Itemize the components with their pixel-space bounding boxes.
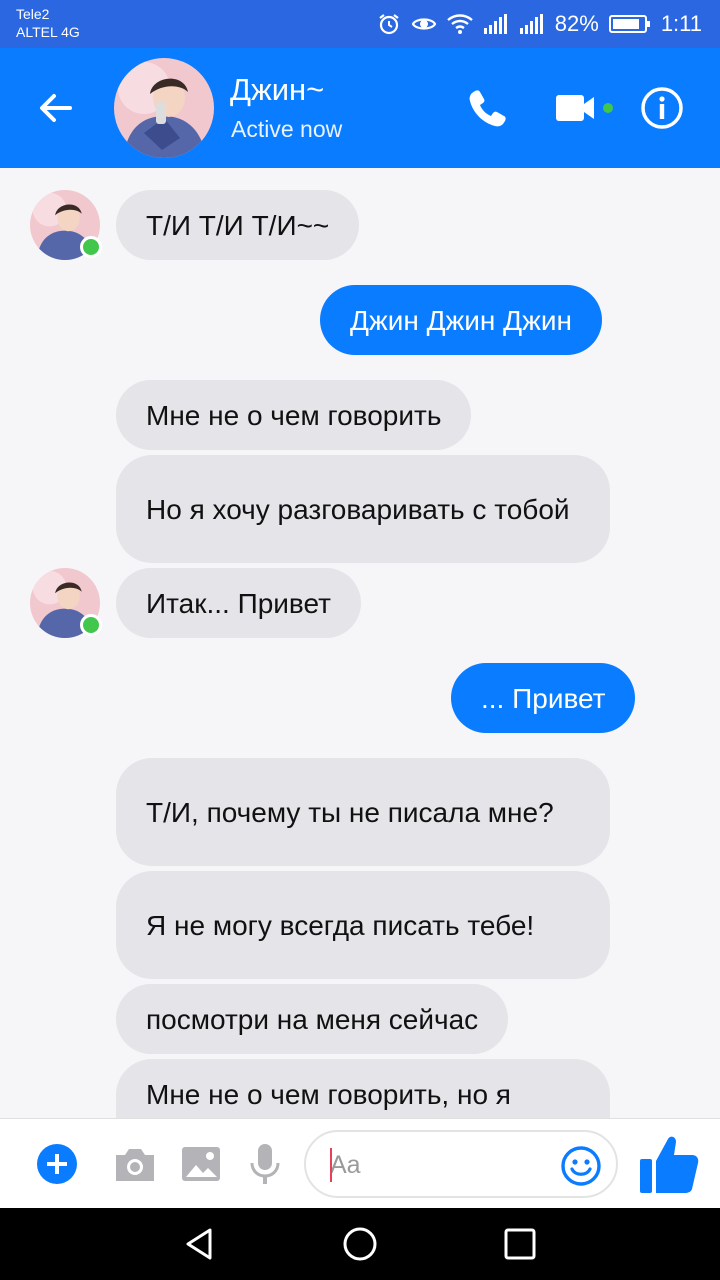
back-nav-icon[interactable] <box>180 1224 220 1264</box>
emoji-icon[interactable] <box>560 1145 602 1187</box>
message-composer <box>0 1118 720 1208</box>
contact-avatar[interactable] <box>114 58 214 158</box>
network-name: ALTEL 4G <box>16 24 80 40</box>
status-icons: 82% 1:11 <box>377 8 702 40</box>
message-bubble-incoming[interactable]: Мне не о чем говорить <box>116 380 472 450</box>
message-bubble-incoming[interactable]: Т/И, почему ты не писала мне? <box>116 758 610 866</box>
message-bubble-incoming[interactable]: Я не могу всегда писать тебе! <box>116 871 610 979</box>
message-input[interactable] <box>330 1148 550 1182</box>
contact-status: Active now <box>231 116 343 142</box>
wifi-icon <box>446 14 473 34</box>
message-bubble-outgoing[interactable]: ... Привет <box>451 663 636 733</box>
alarm-icon <box>379 14 399 35</box>
message-bubble-incoming[interactable]: Т/И Т/И Т/И~~ <box>116 190 360 260</box>
eye-icon <box>411 18 436 30</box>
recents-nav-icon[interactable] <box>500 1224 540 1264</box>
status-bar: Tele2 ALTEL 4G 82% 1:11 <box>0 0 720 48</box>
info-icon[interactable] <box>640 86 684 130</box>
microphone-icon[interactable] <box>242 1141 288 1187</box>
back-arrow-icon[interactable] <box>34 86 78 130</box>
signal-icon-2 <box>519 14 543 34</box>
carrier-name: Tele2 <box>16 6 50 22</box>
message-bubble-incoming[interactable]: Но я хочу разговаривать с тобой <box>116 455 610 563</box>
message-bubble-incoming[interactable]: Мне не о чем говорить, но я <box>116 1059 610 1118</box>
image-icon[interactable] <box>178 1141 224 1187</box>
phone-icon[interactable] <box>466 86 510 130</box>
clock: 1:11 <box>660 11 702 36</box>
battery-icon <box>608 15 650 33</box>
chat-header: Джин~ Active now <box>0 48 720 168</box>
message-bubble-incoming[interactable]: Итак... Привет <box>116 568 361 638</box>
plus-icon[interactable] <box>34 1141 80 1187</box>
signal-icon <box>483 14 507 34</box>
system-nav-bar <box>0 1208 720 1280</box>
message-list[interactable]: Т/И Т/И Т/И~~ Джин Джин Джин Мне не о че… <box>0 168 720 1118</box>
message-bubble-incoming[interactable]: посмотри на меня сейчас <box>116 984 509 1054</box>
contact-name[interactable]: Джин~ <box>230 72 324 108</box>
online-indicator <box>80 236 102 258</box>
text-caret <box>330 1148 332 1182</box>
camera-icon[interactable] <box>112 1141 158 1187</box>
video-camera-icon[interactable] <box>556 86 618 130</box>
home-nav-icon[interactable] <box>340 1224 380 1264</box>
online-indicator <box>80 614 102 636</box>
message-input-wrapper <box>304 1130 618 1198</box>
message-bubble-outgoing[interactable]: Джин Джин Джин <box>320 285 602 355</box>
thumbs-up-icon[interactable] <box>636 1131 700 1197</box>
carrier-info: Tele2 ALTEL 4G <box>16 5 80 41</box>
battery-percent: 82% <box>554 11 599 36</box>
